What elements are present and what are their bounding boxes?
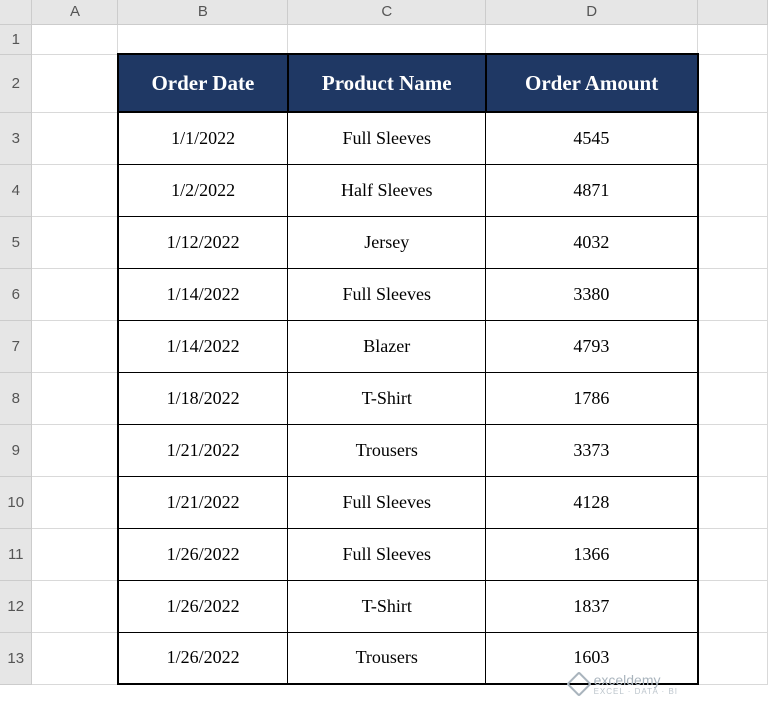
select-all-corner[interactable] [0,0,32,24]
col-header-b[interactable]: B [118,0,288,24]
cell-product[interactable]: Trousers [288,424,486,476]
cell-amount[interactable]: 4793 [486,320,698,372]
cell-a2[interactable] [32,54,118,112]
cell-date[interactable]: 1/18/2022 [118,372,288,424]
cell-e12[interactable] [698,580,768,632]
cell-amount[interactable]: 1366 [486,528,698,580]
cell-amount[interactable]: 3373 [486,424,698,476]
cell-a3[interactable] [32,112,118,164]
cell-date[interactable]: 1/26/2022 [118,580,288,632]
cell-product[interactable]: Blazer [288,320,486,372]
col-header-c[interactable]: C [288,0,486,24]
cell-e11[interactable] [698,528,768,580]
spreadsheet-grid[interactable]: A B C D 1 2 Order Date Product Name Orde… [0,0,768,685]
row-header-13[interactable]: 13 [0,632,32,684]
cell-e3[interactable] [698,112,768,164]
cell-date[interactable]: 1/26/2022 [118,528,288,580]
cell-a7[interactable] [32,320,118,372]
col-header-d[interactable]: D [486,0,698,24]
cell-e7[interactable] [698,320,768,372]
cell-product[interactable]: Full Sleeves [288,528,486,580]
cell-amount[interactable]: 4128 [486,476,698,528]
cell-amount[interactable]: 4871 [486,164,698,216]
col-header-a[interactable]: A [32,0,118,24]
cell-date[interactable]: 1/14/2022 [118,320,288,372]
cell-date[interactable]: 1/14/2022 [118,268,288,320]
row-header-10[interactable]: 10 [0,476,32,528]
cell-product[interactable]: Half Sleeves [288,164,486,216]
cell-a4[interactable] [32,164,118,216]
watermark-tagline: EXCEL · DATA · BI [594,688,678,696]
cell-date[interactable]: 1/26/2022 [118,632,288,684]
cell-product[interactable]: Full Sleeves [288,112,486,164]
header-order-amount[interactable]: Order Amount [486,54,698,112]
cell-a10[interactable] [32,476,118,528]
cell-a9[interactable] [32,424,118,476]
header-product-name[interactable]: Product Name [288,54,486,112]
cell-product[interactable]: T-Shirt [288,372,486,424]
cell-e13[interactable] [698,632,768,684]
cell-product[interactable]: T-Shirt [288,580,486,632]
watermark-brand: exceldemy [594,672,661,688]
row-header-1[interactable]: 1 [0,24,32,54]
cell-product[interactable]: Jersey [288,216,486,268]
cell-date[interactable]: 1/2/2022 [118,164,288,216]
cell-c1[interactable] [288,24,486,54]
cell-a12[interactable] [32,580,118,632]
row-header-4[interactable]: 4 [0,164,32,216]
cell-b1[interactable] [118,24,288,54]
cell-date[interactable]: 1/1/2022 [118,112,288,164]
cell-a6[interactable] [32,268,118,320]
cell-product[interactable]: Full Sleeves [288,268,486,320]
cell-a11[interactable] [32,528,118,580]
cell-amount[interactable]: 4545 [486,112,698,164]
cell-e8[interactable] [698,372,768,424]
cell-e9[interactable] [698,424,768,476]
row-header-7[interactable]: 7 [0,320,32,372]
cell-e10[interactable] [698,476,768,528]
cell-a8[interactable] [32,372,118,424]
row-header-11[interactable]: 11 [0,528,32,580]
cell-e5[interactable] [698,216,768,268]
cell-e6[interactable] [698,268,768,320]
cell-e1[interactable] [698,24,768,54]
cell-a13[interactable] [32,632,118,684]
cell-e4[interactable] [698,164,768,216]
cell-e2[interactable] [698,54,768,112]
col-header-e[interactable] [698,0,768,24]
cell-a5[interactable] [32,216,118,268]
row-header-6[interactable]: 6 [0,268,32,320]
cell-date[interactable]: 1/12/2022 [118,216,288,268]
cell-amount[interactable]: 1786 [486,372,698,424]
row-header-9[interactable]: 9 [0,424,32,476]
cell-date[interactable]: 1/21/2022 [118,424,288,476]
column-header-row: A B C D [0,0,768,24]
cell-amount[interactable]: 3380 [486,268,698,320]
cell-amount[interactable]: 4032 [486,216,698,268]
row-header-3[interactable]: 3 [0,112,32,164]
cell-date[interactable]: 1/21/2022 [118,476,288,528]
header-order-date[interactable]: Order Date [118,54,288,112]
cell-a1[interactable] [32,24,118,54]
cell-d1[interactable] [486,24,698,54]
row-header-8[interactable]: 8 [0,372,32,424]
watermark-logo-icon [566,672,591,697]
row-header-12[interactable]: 12 [0,580,32,632]
row-header-5[interactable]: 5 [0,216,32,268]
watermark: exceldemy EXCEL · DATA · BI [570,673,678,696]
row-header-2[interactable]: 2 [0,54,32,112]
cell-product[interactable]: Full Sleeves [288,476,486,528]
cell-product[interactable]: Trousers [288,632,486,684]
cell-amount[interactable]: 1837 [486,580,698,632]
